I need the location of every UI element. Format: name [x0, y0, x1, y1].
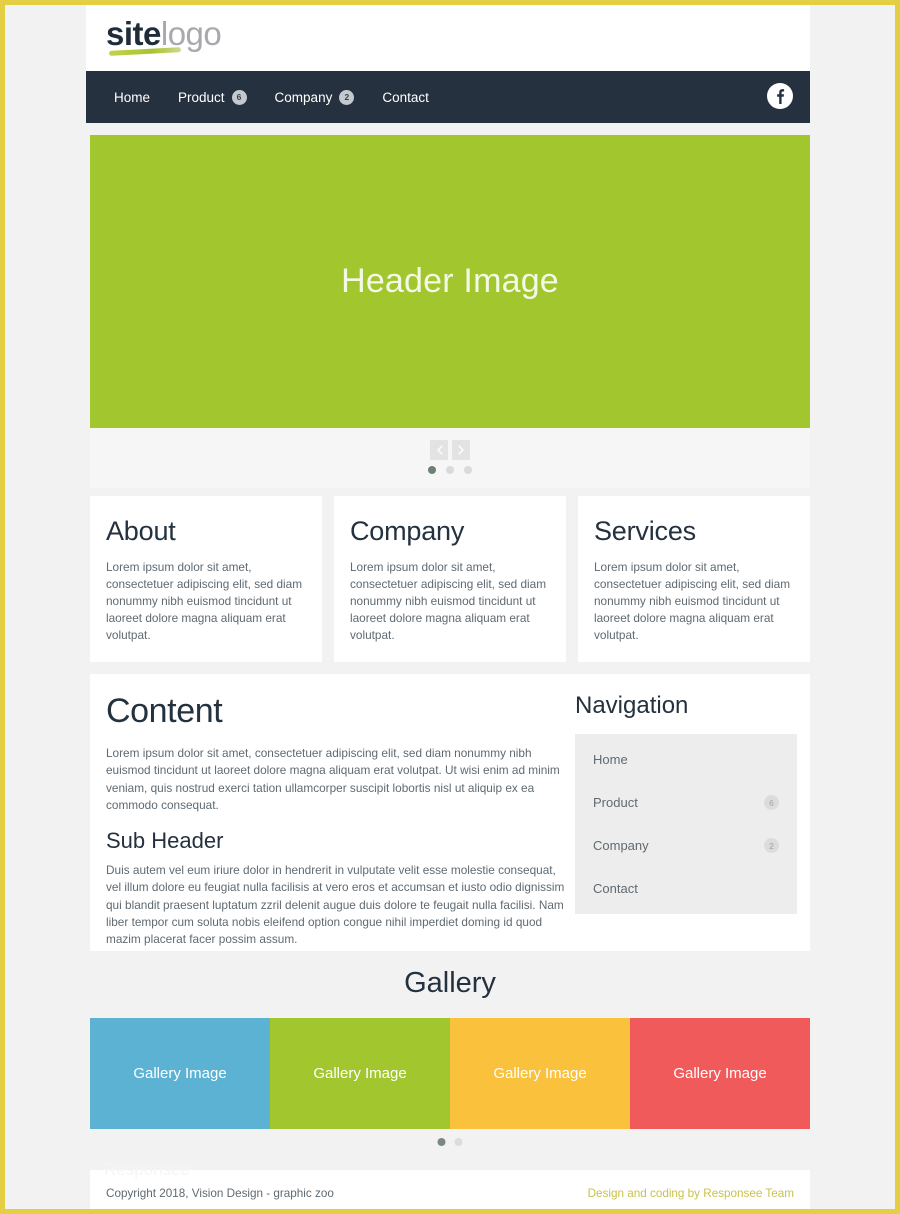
page-root: sitelogo Home Product 6 Company 2 Contac…	[5, 5, 895, 1209]
sidebar-item-label: Home	[593, 752, 628, 767]
card-title: Services	[594, 516, 696, 546]
sidebar-item-label: Company	[593, 838, 649, 853]
gallery-tile-label: Gallery Image	[133, 1065, 227, 1082]
nav-item-badge: 2	[339, 89, 355, 105]
sidebar-item-label: Product	[593, 795, 638, 810]
gallery-dot[interactable]	[437, 1138, 446, 1146]
sidebar-navigation-title: Navigation	[575, 692, 689, 719]
footer-credit-link[interactable]: Design and coding by Responsee Team	[588, 1187, 794, 1200]
nav-item-product[interactable]: Product 6	[164, 71, 261, 123]
card-about: About Lorem ipsum dolor sit amet, consec…	[90, 496, 322, 662]
slider-dot[interactable]	[464, 466, 472, 474]
nav-item-label: Contact	[382, 89, 429, 105]
card-title: About	[106, 516, 176, 546]
top-navigation-items: Home Product 6 Company 2 Contact	[100, 71, 443, 123]
card-body: Lorem ipsum dolor sit amet, consectetuer…	[594, 560, 791, 642]
sidebar-navigation: Navigation Home Product 6 Company 2 Cont…	[575, 692, 797, 914]
gallery-tile-label: Gallery Image	[313, 1065, 407, 1082]
gallery-tile[interactable]: Gallery Image	[90, 1018, 270, 1129]
footer-bar: Responsee Copyright 2018, Vision Design …	[90, 1160, 810, 1209]
gallery-tile[interactable]: Gallery Image	[630, 1018, 810, 1129]
hero-slider-image[interactable]: Header Image	[90, 135, 810, 428]
sidebar-item-home[interactable]: Home	[575, 738, 797, 781]
slider-dot-group	[428, 466, 472, 474]
nav-item-badge: 6	[231, 89, 247, 105]
content-column: Content Lorem ipsum dolor sit amet, cons…	[106, 692, 569, 949]
gallery-tile[interactable]: Gallery Image	[270, 1018, 450, 1129]
top-navigation-bar: Home Product 6 Company 2 Contact	[86, 71, 810, 123]
nav-item-company[interactable]: Company 2	[261, 71, 369, 123]
card-services: Services Lorem ipsum dolor sit amet, con…	[578, 496, 810, 662]
nav-item-label: Company	[274, 89, 333, 105]
gallery-tile[interactable]: Gallery Image	[450, 1018, 630, 1129]
sidebar-navigation-list: Home Product 6 Company 2 Contact	[575, 734, 797, 914]
card-company: Company Lorem ipsum dolor sit amet, cons…	[334, 496, 566, 662]
sidebar-item-product[interactable]: Product 6	[575, 781, 797, 824]
slider-controls	[90, 428, 810, 488]
gallery-tile-label: Gallery Image	[673, 1065, 767, 1082]
content-subtitle: Sub Header	[106, 828, 224, 854]
hero-caption: Header Image	[341, 262, 559, 300]
content-intro-paragraph: Lorem ipsum dolor sit amet, consectetuer…	[106, 746, 560, 812]
footer-copyright: Copyright 2018, Vision Design - graphic …	[106, 1187, 334, 1200]
facebook-icon[interactable]	[767, 83, 793, 109]
gallery-title: Gallery	[404, 967, 496, 999]
nav-item-label: Home	[114, 89, 151, 105]
nav-item-label: Product	[178, 89, 225, 105]
chevron-left-icon[interactable]	[430, 440, 448, 460]
sidebar-item-company[interactable]: Company 2	[575, 824, 797, 867]
logo-bold-text: site	[106, 15, 161, 52]
gallery-tile-label: Gallery Image	[493, 1065, 587, 1082]
card-body: Lorem ipsum dolor sit amet, consectetuer…	[350, 560, 547, 642]
chevron-right-icon[interactable]	[452, 440, 470, 460]
content-panel: Content Lorem ipsum dolor sit amet, cons…	[90, 674, 810, 951]
slider-arrow-group	[430, 440, 470, 460]
card-body: Lorem ipsum dolor sit amet, consectetuer…	[106, 560, 303, 642]
content-body-paragraph: Duis autem vel eum iriure dolor in hendr…	[106, 863, 565, 947]
nav-item-home[interactable]: Home	[100, 71, 164, 123]
logo-bar: sitelogo	[86, 5, 810, 71]
sidebar-item-label: Contact	[593, 881, 638, 896]
feature-cards: About Lorem ipsum dolor sit amet, consec…	[90, 496, 810, 662]
gallery-dot-group	[437, 1138, 463, 1146]
sidebar-item-badge: 6	[764, 795, 779, 810]
card-title: Company	[350, 516, 465, 546]
slider-dot[interactable]	[446, 466, 454, 474]
sidebar-item-contact[interactable]: Contact	[575, 867, 797, 910]
gallery-dot[interactable]	[454, 1138, 463, 1146]
content-title: Content	[106, 692, 223, 730]
sidebar-item-badge: 2	[764, 838, 779, 853]
slider-dot[interactable]	[428, 466, 436, 474]
gallery-strip: Gallery Image Gallery Image Gallery Imag…	[90, 1018, 810, 1129]
footer-ghost-text: Responsee	[104, 1160, 191, 1179]
logo-light-text: logo	[160, 15, 222, 52]
nav-item-contact[interactable]: Contact	[368, 71, 443, 123]
